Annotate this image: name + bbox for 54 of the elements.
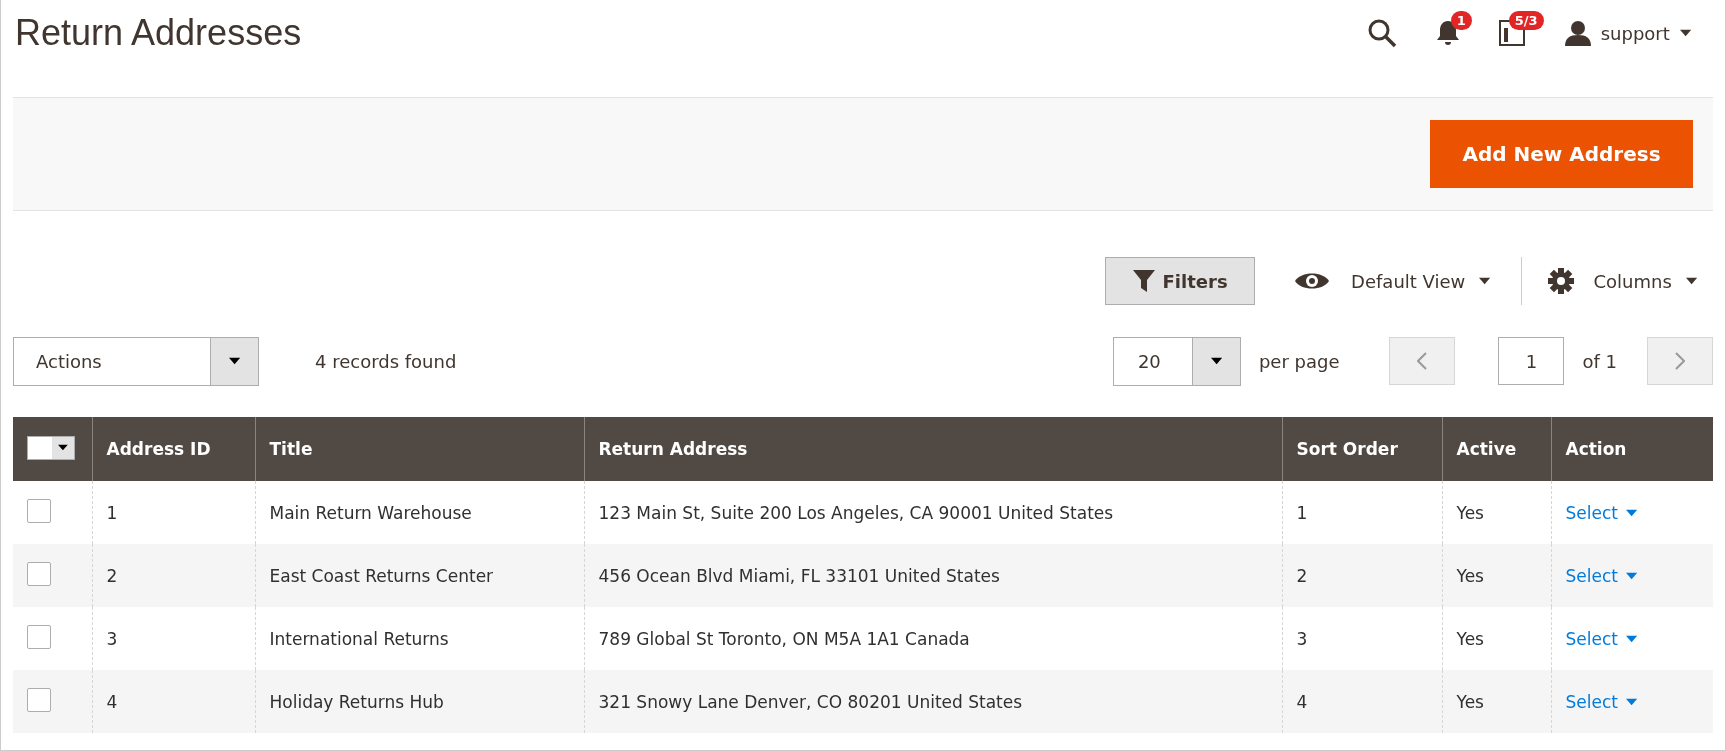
records-count: 4 records found — [315, 350, 457, 372]
add-new-address-button[interactable]: Add New Address — [1430, 120, 1693, 188]
search-icon[interactable] — [1366, 18, 1397, 48]
notification-badge: 1 — [1450, 11, 1472, 30]
table-cell: Yes — [1442, 670, 1551, 733]
caret-icon — [58, 444, 68, 451]
caret-icon — [1625, 634, 1638, 643]
table-cell: 321 Snowy Lane Denver, CO 80201 United States — [584, 670, 1282, 733]
settings-icon — [1547, 268, 1574, 294]
caret-icon — [228, 357, 241, 365]
page-title: Return Addresses — [15, 12, 302, 54]
column-header[interactable]: Return Address — [584, 417, 1282, 481]
total-pages: of 1 — [1582, 350, 1617, 372]
caret-icon — [1625, 697, 1638, 706]
caret-icon — [1625, 571, 1638, 580]
user-icon — [1564, 20, 1591, 46]
view-dropdown[interactable]: Default View — [1291, 270, 1495, 292]
select-action-link[interactable]: Select — [1565, 502, 1638, 523]
user-menu[interactable]: support — [1564, 20, 1691, 46]
caret-icon — [1210, 357, 1222, 365]
system-messages-badge: 5/3 — [1508, 11, 1544, 30]
page-number-field[interactable]: 1 — [1498, 337, 1565, 385]
per-page-label: per page — [1258, 350, 1340, 372]
caret-icon — [1479, 277, 1491, 285]
caret-icon — [1685, 277, 1697, 285]
previous-page-button[interactable] — [1389, 337, 1456, 385]
row-checkbox[interactable] — [27, 687, 51, 712]
eye-icon — [1295, 271, 1330, 291]
bell-icon[interactable] — [1436, 20, 1459, 46]
select-action-link[interactable]: Select — [1565, 628, 1638, 649]
row-checkbox[interactable] — [27, 624, 51, 649]
caret-icon — [1679, 29, 1691, 37]
row-checkbox[interactable] — [27, 561, 51, 586]
select-action-link[interactable]: Select — [1565, 565, 1638, 586]
table-cell: 4 — [92, 670, 255, 733]
row-checkbox[interactable] — [27, 498, 51, 523]
table-cell: Holiday Returns Hub — [255, 670, 584, 733]
table-cell: 4 — [1282, 670, 1442, 733]
chevron-right-icon — [1675, 352, 1685, 370]
actions-dropdown[interactable]: Actions — [13, 336, 259, 386]
filter-icon — [1132, 270, 1155, 292]
select-all-checkbox[interactable] — [27, 435, 75, 460]
chevron-left-icon — [1417, 352, 1428, 370]
column-header[interactable]: Address ID — [92, 417, 255, 481]
column-header[interactable]: Sort Order — [1282, 417, 1442, 481]
column-header[interactable]: Title — [255, 417, 584, 481]
column-header[interactable]: Active — [1442, 417, 1551, 481]
columns-dropdown[interactable]: Columns — [1543, 268, 1701, 294]
filters-button[interactable]: Filters — [1105, 257, 1256, 305]
column-header[interactable]: Action — [1551, 417, 1713, 481]
caret-icon — [1625, 508, 1638, 517]
per-page-dropdown[interactable]: 20 — [1112, 336, 1241, 386]
select-action-link[interactable]: Select — [1565, 691, 1638, 712]
next-page-button[interactable] — [1647, 337, 1713, 385]
